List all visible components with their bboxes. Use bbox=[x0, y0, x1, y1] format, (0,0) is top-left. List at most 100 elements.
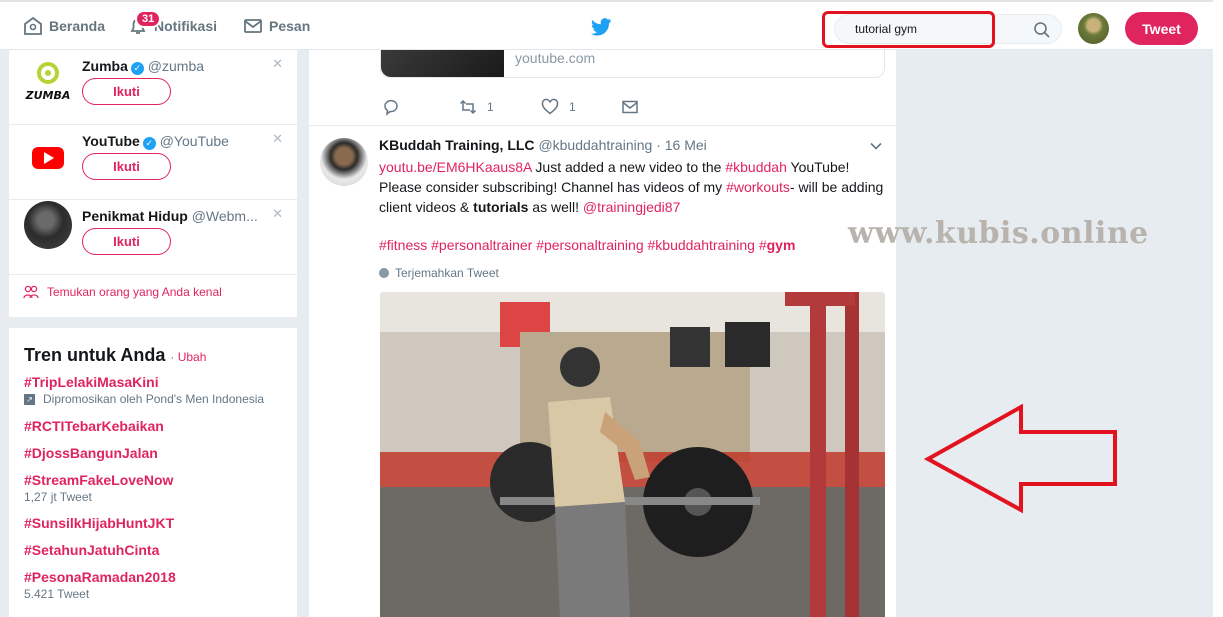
hashtag-link[interactable]: #personaltrainer bbox=[431, 237, 532, 253]
trend-name: #RCTITebarKebaikan bbox=[24, 418, 164, 434]
trend-item[interactable]: #TripLelakiMasaKini ↗ Dipromosikan oleh P… bbox=[24, 374, 264, 406]
who-to-follow-card: ZUMBA Zumba ✓ @zumba Ikuti ✕ YouTube ✓ @Yo… bbox=[9, 50, 297, 317]
search-annotation-box bbox=[822, 11, 995, 48]
link-card-thumbnail bbox=[381, 50, 504, 77]
timeline: youtube.com 1 1 KBuddah Training, LLC @k… bbox=[309, 50, 896, 617]
retweet-icon bbox=[459, 99, 477, 115]
like-button[interactable]: 1 bbox=[541, 98, 621, 116]
trends-separator: · bbox=[170, 350, 175, 364]
promoted-icon: ↗ bbox=[24, 393, 35, 405]
translate-tweet-link[interactable]: Terjemahkan Tweet bbox=[379, 266, 499, 280]
top-navigation-bar: Beranda Notifikasi 31 Pesan tutorial gym… bbox=[0, 0, 1223, 50]
account-name-line[interactable]: YouTube ✓ @YouTube bbox=[82, 133, 229, 150]
hashtag-prefix: # bbox=[758, 237, 767, 253]
trend-name: #StreamFakeLoveNow bbox=[24, 472, 174, 488]
account-name: Penikmat Hidup bbox=[82, 208, 188, 224]
trend-meta: 1,27 jt Tweet bbox=[24, 490, 92, 504]
link-card-domain: youtube.com bbox=[515, 50, 596, 66]
hashtag-link[interactable]: #workouts bbox=[726, 179, 790, 195]
trend-item[interactable]: #StreamFakeLoveNow 1,27 jt Tweet bbox=[24, 472, 173, 504]
avatar[interactable] bbox=[24, 201, 72, 249]
tweet-date[interactable]: 16 Mei bbox=[665, 137, 707, 153]
tweet-author-name[interactable]: KBuddah Training, LLC bbox=[379, 137, 535, 153]
verified-badge-icon: ✓ bbox=[130, 62, 144, 75]
people-icon bbox=[23, 285, 39, 299]
hashtag-highlight: gym bbox=[766, 237, 796, 253]
zumba-logo[interactable]: ZUMBA bbox=[24, 57, 72, 105]
trend-name: #PesonaRamadan2018 bbox=[24, 569, 176, 585]
nav-home-label: Beranda bbox=[49, 18, 106, 34]
reply-button[interactable] bbox=[382, 98, 459, 116]
hashtag-link[interactable]: #fitness bbox=[379, 237, 427, 253]
trend-item[interactable]: #SetahunJatuhCinta bbox=[24, 542, 159, 558]
dismiss-icon[interactable]: ✕ bbox=[272, 56, 283, 72]
mention-link[interactable]: @trainingjedi87 bbox=[583, 199, 681, 215]
find-people-label: Temukan orang yang Anda kenal bbox=[47, 285, 222, 299]
account-name-line[interactable]: Penikmat Hidup @Webm... bbox=[82, 208, 258, 224]
heart-icon bbox=[541, 98, 559, 115]
follow-suggestion: Penikmat Hidup @Webm... Ikuti ✕ bbox=[9, 200, 297, 275]
follow-button[interactable]: Ikuti bbox=[82, 78, 171, 105]
verified-badge-icon: ✓ bbox=[142, 137, 156, 150]
trend-item[interactable]: #SunsilkHijabHuntJKT bbox=[24, 515, 174, 531]
home-icon bbox=[24, 16, 42, 35]
twitter-bird-icon[interactable] bbox=[590, 16, 612, 38]
dismiss-icon[interactable]: ✕ bbox=[272, 206, 283, 222]
reply-icon bbox=[384, 99, 398, 116]
account-handle: @Webm... bbox=[191, 208, 258, 224]
trends-change-link[interactable]: Ubah bbox=[178, 350, 207, 364]
tweet-text-part: as well! bbox=[528, 199, 583, 215]
tweet-actions: 1 1 bbox=[382, 98, 639, 116]
compose-tweet-button[interactable]: Tweet bbox=[1125, 12, 1198, 45]
watermark-text: www.kubis.online bbox=[848, 216, 1149, 251]
account-name-line[interactable]: Zumba ✓ @zumba bbox=[82, 58, 204, 75]
trend-name: #SunsilkHijabHuntJKT bbox=[24, 515, 175, 531]
account-handle: @zumba bbox=[147, 58, 205, 74]
tweet-separator: · bbox=[656, 137, 661, 153]
find-people-link[interactable]: Temukan orang yang Anda kenal bbox=[23, 285, 222, 299]
trend-promoted: ↗ Dipromosikan oleh Pond's Men Indonesia bbox=[24, 392, 264, 406]
avatar[interactable] bbox=[320, 138, 368, 186]
hashtag-link[interactable]: #kbuddah bbox=[725, 159, 787, 175]
profile-avatar[interactable] bbox=[1078, 13, 1109, 44]
trend-item[interactable]: #RCTITebarKebaikan bbox=[24, 418, 164, 434]
account-name: Zumba bbox=[82, 58, 128, 74]
tweet-video[interactable] bbox=[380, 292, 885, 617]
follow-suggestion: ZUMBA Zumba ✓ @zumba Ikuti ✕ bbox=[9, 50, 297, 125]
trend-name: #TripLelakiMasaKini bbox=[24, 374, 159, 390]
chevron-down-icon[interactable] bbox=[869, 139, 883, 153]
youtube-logo[interactable] bbox=[24, 133, 72, 181]
account-handle: @YouTube bbox=[159, 133, 229, 149]
svg-text:ZUMBA: ZUMBA bbox=[25, 89, 71, 102]
trend-item[interactable]: #DjossBangunJalan bbox=[24, 445, 158, 461]
nav-home[interactable]: Beranda bbox=[23, 16, 105, 36]
tweet-author-handle[interactable]: @kbuddahtraining bbox=[538, 137, 652, 153]
tweet-link[interactable]: youtu.be/EM6HKaaus8A bbox=[379, 159, 532, 175]
tweet-divider bbox=[309, 125, 896, 126]
search-icon[interactable] bbox=[1033, 21, 1051, 39]
envelope-icon bbox=[244, 19, 262, 33]
trend-item[interactable]: #PesonaRamadan2018 5.421 Tweet bbox=[24, 569, 176, 601]
hashtag-link[interactable]: #personaltraining bbox=[536, 237, 643, 253]
tweet-highlight-word: tutorials bbox=[473, 199, 529, 215]
notification-count-badge: 31 bbox=[135, 10, 162, 28]
direct-message-button[interactable] bbox=[621, 98, 639, 116]
annotation-arrow-icon bbox=[924, 404, 1117, 514]
hashtag-link[interactable]: #gym bbox=[759, 237, 796, 253]
hashtag-link[interactable]: #kbuddahtraining bbox=[648, 237, 755, 253]
retweet-count: 1 bbox=[487, 100, 494, 114]
like-count: 1 bbox=[569, 100, 576, 114]
trends-title: Tren untuk Anda bbox=[24, 345, 166, 365]
tweet-text: youtu.be/EM6HKaaus8A Just added a new vi… bbox=[379, 157, 889, 217]
dismiss-icon[interactable]: ✕ bbox=[272, 131, 283, 147]
scrollbar-track[interactable] bbox=[1213, 0, 1223, 617]
link-card[interactable]: youtube.com bbox=[380, 50, 885, 78]
trend-name: #SetahunJatuhCinta bbox=[24, 542, 160, 558]
trends-card: Tren untuk Anda · Ubah #TripLelakiMasaKi… bbox=[9, 328, 297, 617]
retweet-button[interactable]: 1 bbox=[459, 98, 541, 116]
tweet-hashtags: #fitness #personaltrainer #personaltrain… bbox=[379, 237, 795, 253]
nav-messages[interactable]: Pesan bbox=[243, 16, 310, 36]
follow-button[interactable]: Ikuti bbox=[82, 153, 171, 180]
trend-meta: Dipromosikan oleh Pond's Men Indonesia bbox=[43, 392, 265, 406]
follow-button[interactable]: Ikuti bbox=[82, 228, 171, 255]
